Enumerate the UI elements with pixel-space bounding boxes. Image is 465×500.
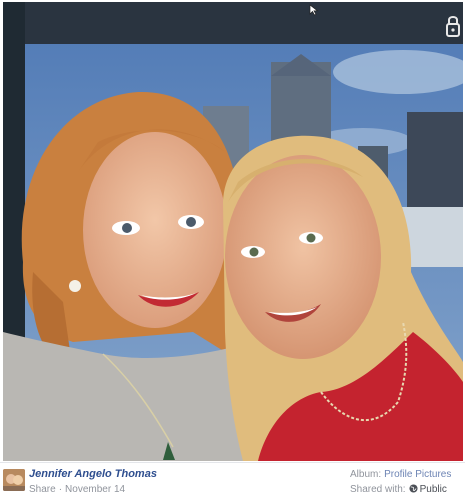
meta-separator: · (58, 484, 63, 495)
globe-icon (409, 484, 418, 493)
share-link[interactable]: Share (29, 484, 56, 495)
post-footer: Jennifer Angelo Thomas Share · November 14… (0, 462, 465, 500)
photo-viewer: Jennifer Angelo Thomas Share · November 14… (0, 0, 465, 500)
lock-icon[interactable] (444, 12, 462, 40)
privacy-info: Shared with: Public (350, 484, 447, 496)
album-info: Album: Profile Pictures (350, 468, 451, 481)
post-meta: Share · November 14 (29, 484, 125, 496)
post-date[interactable]: November 14 (65, 484, 125, 495)
mouse-pointer-icon (309, 4, 319, 16)
avatar[interactable] (3, 469, 25, 491)
selfie-image (3, 2, 463, 461)
author-name-link[interactable]: Jennifer Angelo Thomas (29, 468, 157, 481)
privacy-setting[interactable]: Public (420, 484, 447, 495)
shared-with-label: Shared with: (350, 484, 406, 495)
avatar-image (3, 469, 25, 491)
post-photo[interactable] (3, 2, 463, 461)
album-label: Album: (350, 469, 382, 480)
album-link[interactable]: Profile Pictures (384, 469, 451, 480)
